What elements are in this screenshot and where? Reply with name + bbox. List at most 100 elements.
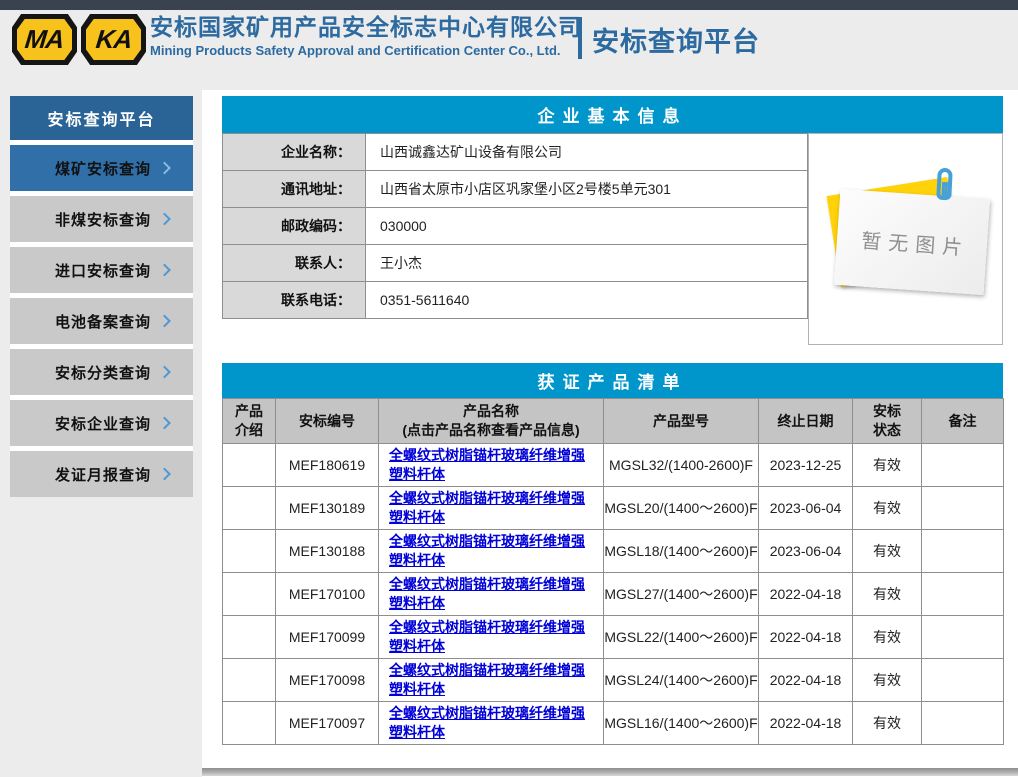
end-date-cell: 2022-04-18 [759, 616, 853, 659]
approval-code-cell: MEF180619 [276, 444, 379, 487]
sidebar-item-non-coal-query[interactable]: 非煤安标查询 [10, 196, 193, 242]
sidebar-item-label: 安标企业查询 [55, 413, 151, 434]
status-cell: 有效 [853, 487, 922, 530]
sidebar-item-battery-record-query[interactable]: 电池备案查询 [10, 298, 193, 344]
product-name-cell: 全螺纹式树脂锚杆玻璃纤维增强塑料杆体 [379, 573, 604, 616]
title-separator [578, 17, 582, 59]
products-header-row: 产品 介绍 安标编号 产品名称 (点击产品名称查看产品信息) 产品型号 终止日期… [223, 399, 1004, 444]
table-row: 邮政编码： 030000 [223, 208, 808, 245]
end-date-cell: 2022-04-18 [759, 702, 853, 745]
chevron-right-icon [158, 315, 171, 328]
sidebar-item-label: 煤矿安标查询 [55, 158, 151, 179]
approval-code-cell: MEF170098 [276, 659, 379, 702]
sidebar-item-enterprise-query[interactable]: 安标企业查询 [10, 400, 193, 446]
approval-code-cell: MEF170100 [276, 573, 379, 616]
table-row: 联系人： 王小杰 [223, 245, 808, 282]
address-value: 山西省太原市小店区巩家堡小区2号楼5单元301 [366, 171, 808, 208]
product-intro-cell [223, 659, 276, 702]
table-row: 联系电话： 0351-5611640 [223, 282, 808, 319]
chevron-right-icon [158, 366, 171, 379]
site-header: MA KA 安标国家矿用产品安全标志中心有限公司 Mining Products… [0, 10, 1018, 90]
company-info-table: 企业名称： 山西诚鑫达矿山设备有限公司 通讯地址： 山西省太原市小店区巩家堡小区… [222, 133, 808, 319]
product-name-link[interactable]: 全螺纹式树脂锚杆玻璃纤维增强塑料杆体 [389, 705, 585, 740]
col-label-line: 安标 [853, 402, 921, 421]
remark-cell [922, 487, 1004, 530]
window-top-strip [0, 0, 1018, 10]
col-label-line: 备注 [922, 412, 1003, 431]
table-row: MEF130189 全螺纹式树脂锚杆玻璃纤维增强塑料杆体 MGSL20/(140… [223, 487, 1004, 530]
status-cell: 有效 [853, 659, 922, 702]
sidebar-item-classification-query[interactable]: 安标分类查询 [10, 349, 193, 395]
col-product-name: 产品名称 (点击产品名称查看产品信息) [379, 399, 604, 444]
sidebar-item-label: 发证月报查询 [55, 464, 151, 485]
status-cell: 有效 [853, 573, 922, 616]
end-date-cell: 2023-06-04 [759, 487, 853, 530]
contact-person-label: 联系人： [223, 245, 366, 282]
product-model-cell: MGSL16/(1400～2600)F [604, 702, 759, 745]
sidebar-item-label: 进口安标查询 [55, 260, 151, 281]
col-approval-code: 安标编号 [276, 399, 379, 444]
sidebar-item-label: 电池备案查询 [55, 311, 151, 332]
approval-code-cell: MEF170099 [276, 616, 379, 659]
table-row: MEF170099 全螺纹式树脂锚杆玻璃纤维增强塑料杆体 MGSL22/(140… [223, 616, 1004, 659]
product-name-cell: 全螺纹式树脂锚杆玻璃纤维增强塑料杆体 [379, 616, 604, 659]
product-model-cell: MGSL22/(1400～2600)F [604, 616, 759, 659]
remark-cell [922, 573, 1004, 616]
product-model-cell: MGSL18/(1400～2600)F [604, 530, 759, 573]
company-name-zh: 安标国家矿用产品安全标志中心有限公司 [150, 13, 582, 41]
sidebar-item-label: 安标分类查询 [55, 362, 151, 383]
postal-code-value: 030000 [366, 208, 808, 245]
col-label-line: 安标编号 [276, 412, 378, 431]
product-name-cell: 全螺纹式树脂锚杆玻璃纤维增强塑料杆体 [379, 659, 604, 702]
horizontal-scrollbar[interactable] [202, 768, 1018, 776]
col-approval-status: 安标 状态 [853, 399, 922, 444]
contact-person-value: 王小杰 [366, 245, 808, 282]
product-intro-cell [223, 573, 276, 616]
products-table: 产品 介绍 安标编号 产品名称 (点击产品名称查看产品信息) 产品型号 终止日期… [222, 398, 1004, 745]
company-title-block: 安标国家矿用产品安全标志中心有限公司 Mining Products Safet… [150, 13, 582, 58]
end-date-cell: 2023-06-04 [759, 530, 853, 573]
remark-cell [922, 702, 1004, 745]
col-end-date: 终止日期 [759, 399, 853, 444]
status-cell: 有效 [853, 444, 922, 487]
maka-badge-ka-text: KA [94, 24, 133, 55]
product-name-link[interactable]: 全螺纹式树脂锚杆玻璃纤维增强塑料杆体 [389, 619, 585, 654]
status-cell: 有效 [853, 702, 922, 745]
approval-code-cell: MEF170097 [276, 702, 379, 745]
table-row: MEF180619 全螺纹式树脂锚杆玻璃纤维增强塑料杆体 MGSL32/(140… [223, 444, 1004, 487]
sidebar-item-coal-mine-query[interactable]: 煤矿安标查询 [10, 145, 193, 191]
maka-logo: MA KA [12, 14, 146, 65]
sidebar-item-monthly-report-query[interactable]: 发证月报查询 [10, 451, 193, 497]
col-label-line: 终止日期 [759, 412, 852, 431]
company-name-label: 企业名称： [223, 134, 366, 171]
product-model-cell: MGSL32/(1400-2600)F [604, 444, 759, 487]
remark-cell [922, 530, 1004, 573]
products-section-title: 获证产品清单 [222, 363, 1003, 398]
col-label-line: 产品名称 [379, 402, 603, 421]
maka-badge-ma-text: MA [24, 24, 66, 55]
product-name-link[interactable]: 全螺纹式树脂锚杆玻璃纤维增强塑料杆体 [389, 576, 585, 611]
status-cell: 有效 [853, 530, 922, 573]
table-row: MEF130188 全螺纹式树脂锚杆玻璃纤维增强塑料杆体 MGSL18/(140… [223, 530, 1004, 573]
end-date-cell: 2022-04-18 [759, 573, 853, 616]
chevron-right-icon [158, 213, 171, 226]
table-row: 企业名称： 山西诚鑫达矿山设备有限公司 [223, 134, 808, 171]
product-name-link[interactable]: 全螺纹式树脂锚杆玻璃纤维增强塑料杆体 [389, 490, 585, 525]
maka-logo-badge-ma: MA [12, 14, 77, 65]
product-name-link[interactable]: 全螺纹式树脂锚杆玻璃纤维增强塑料杆体 [389, 533, 585, 568]
sidebar-item-import-query[interactable]: 进口安标查询 [10, 247, 193, 293]
sidebar: 安标查询平台 煤矿安标查询 非煤安标查询 进口安标查询 电池备案查询 安标分类查… [10, 96, 193, 497]
no-image-text: 暂无图片 [854, 224, 971, 261]
product-name-cell: 全螺纹式树脂锚杆玻璃纤维增强塑料杆体 [379, 702, 604, 745]
company-name-value: 山西诚鑫达矿山设备有限公司 [366, 134, 808, 171]
chevron-right-icon [158, 468, 171, 481]
address-label: 通讯地址： [223, 171, 366, 208]
col-label-line: 产品 [223, 402, 275, 421]
table-row: 通讯地址： 山西省太原市小店区巩家堡小区2号楼5单元301 [223, 171, 808, 208]
product-name-cell: 全螺纹式树脂锚杆玻璃纤维增强塑料杆体 [379, 530, 604, 573]
remark-cell [922, 444, 1004, 487]
product-name-link[interactable]: 全螺纹式树脂锚杆玻璃纤维增强塑料杆体 [389, 662, 585, 697]
chevron-right-icon [158, 264, 171, 277]
product-name-link[interactable]: 全螺纹式树脂锚杆玻璃纤维增强塑料杆体 [389, 447, 585, 482]
remark-cell [922, 659, 1004, 702]
